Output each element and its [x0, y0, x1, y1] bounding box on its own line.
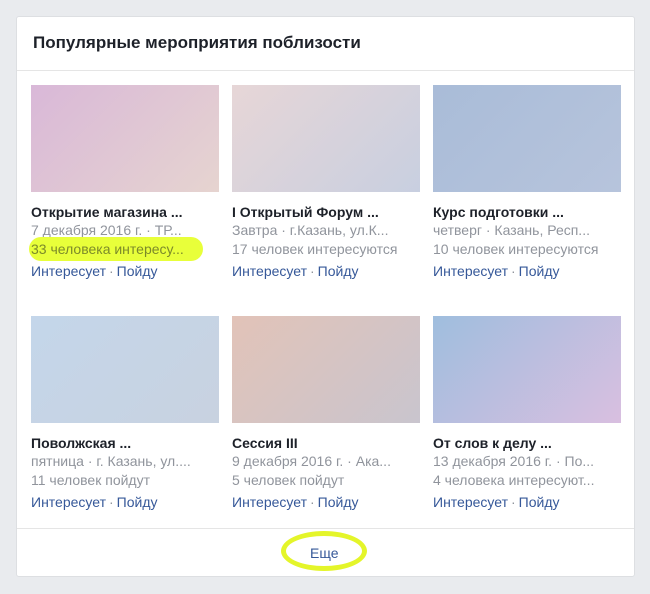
- event-actions: Интересует · Пойду: [433, 263, 621, 280]
- interested-link[interactable]: Интересует: [433, 263, 508, 279]
- event-thumbnail[interactable]: [433, 85, 621, 192]
- going-link[interactable]: Пойду: [117, 494, 158, 510]
- event-subtitle: пятница · г. Казань, ул....: [31, 453, 191, 469]
- event-thumbnail[interactable]: [232, 85, 420, 192]
- event-title[interactable]: Сессия III: [232, 435, 420, 452]
- event-card[interactable]: Открытие магазина ... 7 декабря 2016 г. …: [29, 85, 219, 280]
- event-title[interactable]: Курс подготовки ...: [433, 204, 621, 221]
- event-count: 10 человек интересуются: [433, 241, 599, 257]
- event-subtitle: 13 декабря 2016 г. · По...: [433, 453, 595, 469]
- event-card[interactable]: Курс подготовки ... четверг · Казань, Ре…: [433, 85, 621, 280]
- event-card[interactable]: От слов к делу ... 13 декабря 2016 г. · …: [433, 316, 621, 511]
- card-footer: Еще: [17, 528, 634, 576]
- going-link[interactable]: Пойду: [519, 494, 560, 510]
- separator-dot: ·: [309, 263, 315, 279]
- popular-events-card: Популярные мероприятия поблизости Открыт…: [16, 16, 635, 577]
- going-link[interactable]: Пойду: [318, 494, 359, 510]
- event-title[interactable]: Открытие магазина ...: [31, 204, 219, 221]
- event-actions: Интересует · Пойду: [31, 263, 219, 280]
- event-count: 4 человека интересуют...: [433, 472, 595, 488]
- event-subtitle: Завтра · г.Казань, ул.К...: [232, 222, 389, 238]
- event-actions: Интересует · Пойду: [232, 263, 420, 280]
- event-count: 11 человек пойдут: [31, 472, 150, 488]
- interested-link[interactable]: Интересует: [232, 263, 307, 279]
- interested-link[interactable]: Интересует: [31, 263, 106, 279]
- event-title[interactable]: Поволжская ...: [31, 435, 219, 452]
- event-actions: Интересует · Пойду: [433, 494, 621, 511]
- see-more-link[interactable]: Еще: [310, 545, 339, 561]
- separator-dot: ·: [108, 263, 114, 279]
- card-header: Популярные мероприятия поблизости: [17, 17, 634, 71]
- event-actions: Интересует · Пойду: [31, 494, 219, 511]
- separator-dot: ·: [309, 494, 315, 510]
- event-subtitle: 9 декабря 2016 г. · Ака...: [232, 453, 391, 469]
- separator-dot: ·: [510, 263, 516, 279]
- event-card[interactable]: Сессия III 9 декабря 2016 г. · Ака... 5 …: [232, 316, 420, 511]
- event-thumbnail[interactable]: [433, 316, 621, 423]
- going-link[interactable]: Пойду: [117, 263, 158, 279]
- event-card[interactable]: I Открытый Форум ... Завтра · г.Казань, …: [232, 85, 420, 280]
- interested-link[interactable]: Интересует: [232, 494, 307, 510]
- interested-link[interactable]: Интересует: [31, 494, 106, 510]
- separator-dot: ·: [108, 494, 114, 510]
- event-title[interactable]: От слов к делу ...: [433, 435, 621, 452]
- event-actions: Интересует · Пойду: [232, 494, 420, 511]
- event-count: 17 человек интересуются: [232, 241, 398, 257]
- event-thumbnail[interactable]: [31, 85, 219, 192]
- event-title[interactable]: I Открытый Форум ...: [232, 204, 420, 221]
- event-subtitle: четверг · Казань, Респ...: [433, 222, 590, 238]
- event-count: 33 человека интересу...: [31, 241, 184, 257]
- going-link[interactable]: Пойду: [519, 263, 560, 279]
- event-count: 5 человек пойдут: [232, 472, 345, 488]
- event-thumbnail[interactable]: [232, 316, 420, 423]
- event-card[interactable]: Поволжская ... пятница · г. Казань, ул..…: [31, 316, 219, 511]
- interested-link[interactable]: Интересует: [433, 494, 508, 510]
- going-link[interactable]: Пойду: [318, 263, 359, 279]
- event-thumbnail[interactable]: [31, 316, 219, 423]
- section-title: Популярные мероприятия поблизости: [33, 33, 361, 52]
- separator-dot: ·: [510, 494, 516, 510]
